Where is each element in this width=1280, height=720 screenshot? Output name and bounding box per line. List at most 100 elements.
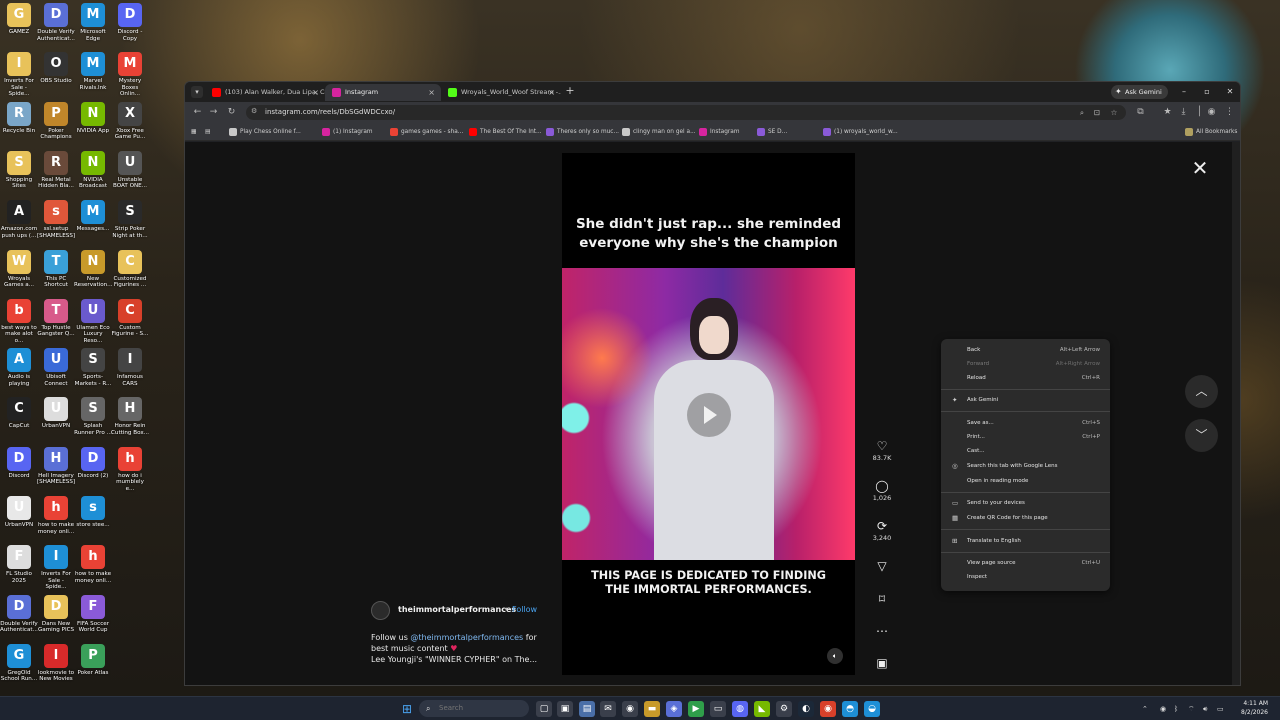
battery-icon[interactable]: ▭ [1217, 702, 1224, 716]
desktop-icon[interactable]: C Customized Figurines ... [111, 249, 149, 289]
extensions-icon[interactable]: ⧉ [1134, 106, 1147, 119]
media-player-icon[interactable]: ▶ [688, 701, 704, 717]
previous-reel-button[interactable]: ︿ [1185, 375, 1218, 408]
like-button[interactable]: ♡ 83.7K [867, 438, 897, 462]
description-line-2[interactable]: Lee Youngji's "WINNER CYPHER" on The... [371, 654, 551, 665]
desktop-icon[interactable]: S Sports-Markets - R... [74, 348, 112, 387]
description-mention[interactable]: @theimmortalperformances [410, 633, 523, 642]
desktop-icon[interactable]: b best ways to make alot o... [0, 298, 38, 345]
desktop-icon[interactable]: S Shopping Sites [0, 150, 38, 190]
play-icon[interactable] [687, 393, 731, 437]
desktop-icon[interactable]: h how to make money onli... [37, 496, 75, 535]
desktop-icon[interactable]: H Hell Imagery [SHAMELESS] [37, 446, 75, 486]
settings-icon[interactable]: ⚙ [776, 701, 792, 717]
edge-icon[interactable]: ◓ [842, 701, 858, 717]
reel-video[interactable]: She didn't just rap... she reminded ever… [562, 153, 855, 675]
tab-groups-icon[interactable]: ▤ [205, 125, 210, 139]
bookmark-item[interactable]: Theres only so muc... [546, 125, 619, 139]
desktop-icon[interactable]: U UrbanVPN [37, 397, 75, 430]
discord-icon[interactable]: ◍ [732, 701, 748, 717]
site-info-icon[interactable]: ⚙ [251, 107, 257, 115]
close-tab-icon[interactable]: × [428, 84, 435, 101]
desktop-icon[interactable]: N NVIDIA Broadcast [74, 150, 112, 190]
file-explorer-icon[interactable]: ▬ [644, 701, 660, 717]
desktop-icon[interactable]: D Dans New Gaming PICS [37, 594, 75, 634]
desktop-icon[interactable]: H Honor Rein Cutting Box... [111, 397, 149, 436]
all-bookmarks[interactable]: All Bookmarks [1185, 125, 1237, 139]
store-icon[interactable]: ▤ [579, 701, 595, 717]
desktop-icon[interactable]: R Real Metal Hidden Bla... [37, 150, 75, 190]
apps-icon[interactable]: ▦ [191, 125, 196, 139]
tray-overflow-icon[interactable]: ⌃ [1142, 702, 1148, 716]
chrome-icon[interactable]: ◉ [622, 701, 638, 717]
desktop-icon[interactable]: W Wroyals Games a... [0, 249, 38, 289]
bookmark-item[interactable]: (1) wroyals_world_w... [823, 125, 898, 139]
menu-item-send-to-devices[interactable]: ▭ Send to your devices [941, 497, 1110, 510]
terminal-icon[interactable]: ▭ [710, 701, 726, 717]
profile-icon[interactable]: ◉ [1205, 106, 1218, 119]
new-tab-button[interactable]: + [563, 84, 577, 98]
desktop-icon[interactable]: l lookmovie to New Movies [37, 643, 75, 683]
desktop-icon[interactable]: M Mystery Boxes Onlin... [111, 52, 149, 98]
desktop-icon[interactable]: D Discord - Copy [111, 3, 149, 42]
save-button[interactable]: ⌑ [867, 591, 897, 607]
desktop-icon[interactable]: P Poker Atlas [74, 643, 112, 677]
desktop-icon[interactable]: U Ubisoft Connect [37, 348, 75, 387]
desktop-icon[interactable]: I Inverts For Sale - Spide... [37, 545, 75, 591]
menu-item-save-as[interactable]: Save as... Ctrl+S [941, 417, 1110, 430]
tab-kick-stream[interactable]: Wroyals_World_Woof Stream -... × [441, 84, 561, 101]
desktop-icon[interactable]: s ssl.setup [SHAMELESS] [37, 200, 75, 239]
bookmark-item[interactable]: Instagram [699, 125, 740, 139]
close-tab-icon[interactable]: × [548, 84, 555, 101]
reload-button[interactable]: ↻ [225, 106, 238, 119]
desktop-icon[interactable]: A Audio is playing [0, 348, 38, 387]
next-reel-button[interactable]: ﹀ [1185, 419, 1218, 452]
menu-item-translate[interactable]: ⊞ Translate to English [941, 535, 1110, 548]
tab-search-button[interactable]: ▾ [191, 86, 203, 98]
edge-secondary-icon[interactable]: ◒ [864, 701, 880, 717]
bookmark-item[interactable]: The Best Of The Int... [469, 125, 542, 139]
desktop-icon[interactable]: C Custom Figurine - S... [111, 298, 149, 338]
desktop-icon[interactable]: O OBS Studio [37, 52, 75, 85]
back-button[interactable]: ← [191, 106, 204, 119]
tab-instagram[interactable]: Instagram × [325, 84, 441, 101]
favorites-icon[interactable]: ★ [1161, 106, 1174, 119]
desktop-icon[interactable]: T Top Hustle Gangster Q... [37, 298, 75, 338]
desktop-icon[interactable]: D Double Verify Authenticat... [37, 3, 75, 42]
zoom-icon[interactable]: ⌕ [1076, 105, 1088, 120]
bookmark-item[interactable]: (1) Instagram [322, 125, 373, 139]
desktop-icon[interactable]: D Discord [0, 446, 38, 480]
desktop-icon[interactable]: U UrbanVPN [0, 496, 38, 529]
menu-item-ask-gemini[interactable]: ✦ Ask Gemini [941, 394, 1110, 407]
menu-item-print[interactable]: Print... Ctrl+P [941, 431, 1110, 444]
url-input[interactable] [265, 105, 865, 120]
menu-item-reading-mode[interactable]: Open in reading mode [941, 475, 1110, 488]
widgets-icon[interactable]: ▣ [557, 701, 573, 717]
desktop-icon[interactable]: G GregOld School Run... [0, 643, 38, 683]
mail-icon[interactable]: ✉ [600, 701, 616, 717]
desktop-icon[interactable]: X Xbox Free Game Pu... [111, 101, 149, 141]
bookmark-star-icon[interactable]: ☆ [1108, 105, 1120, 120]
steam-icon[interactable]: ◐ [798, 701, 814, 717]
task-view-icon[interactable]: ▢ [536, 701, 552, 717]
repost-button[interactable]: ⟳ 3,240 [867, 518, 897, 542]
desktop-icon[interactable]: M Messages... [74, 200, 112, 233]
more-menu-icon[interactable]: ⋮ [1223, 106, 1236, 119]
bluetooth-icon[interactable]: ᛒ [1174, 702, 1178, 716]
menu-item-google-lens[interactable]: ◎ Search this tab with Google Lens [941, 460, 1110, 473]
author-handle[interactable]: theimmortalperformances [398, 605, 516, 614]
close-window-button[interactable]: ✕ [1223, 85, 1237, 99]
shield-icon[interactable]: ◈ [666, 701, 682, 717]
desktop-icon[interactable]: P Poker Champions [37, 101, 75, 141]
desktop-icon[interactable]: U Ulamen Eco Luxury Reso... [74, 298, 112, 345]
more-options-button[interactable]: ⋯ [867, 623, 897, 639]
forward-button[interactable]: → [207, 106, 220, 119]
page-scrollbar[interactable] [1232, 142, 1240, 685]
address-bar[interactable]: ⚙ ⌕ ⊡ ☆ [246, 105, 1126, 120]
start-windows-icon[interactable]: ⊞ [399, 701, 415, 717]
desktop-icon[interactable]: M Microsoft Edge [74, 3, 112, 42]
menu-item-reload[interactable]: Reload Ctrl+R [941, 372, 1110, 385]
follow-button[interactable]: Follow [512, 605, 537, 614]
desktop-icon[interactable]: T This PC Shortcut [37, 249, 75, 289]
menu-item-cast[interactable]: Cast... [941, 445, 1110, 458]
